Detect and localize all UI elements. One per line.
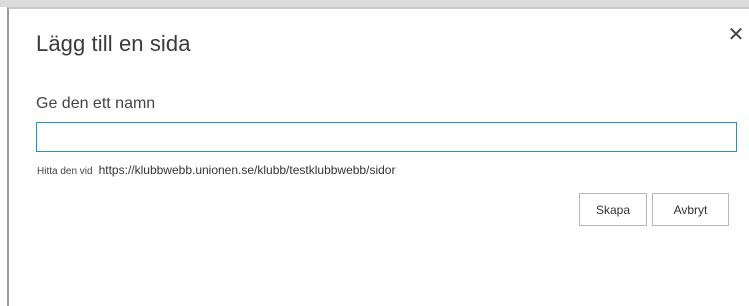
url-label: Hitta den vid — [37, 166, 93, 177]
create-button[interactable]: Skapa — [579, 193, 647, 226]
name-field-label: Ge den ett namn — [36, 95, 156, 112]
dialog-title: Lägg till en sida — [36, 31, 191, 56]
cancel-button[interactable]: Avbryt — [652, 193, 729, 226]
close-icon[interactable]: ✕ — [727, 24, 745, 46]
add-page-dialog: Lägg till en sida ✕ Ge den ett namn Hitt… — [7, 7, 749, 306]
page-url: https://klubbwebb.unionen.se/klubb/testk… — [98, 163, 396, 177]
background-strip — [0, 0, 749, 7]
page-name-input[interactable] — [36, 122, 737, 152]
page-url-row: Hitta den vid https://klubbwebb.unionen.… — [37, 163, 395, 177]
